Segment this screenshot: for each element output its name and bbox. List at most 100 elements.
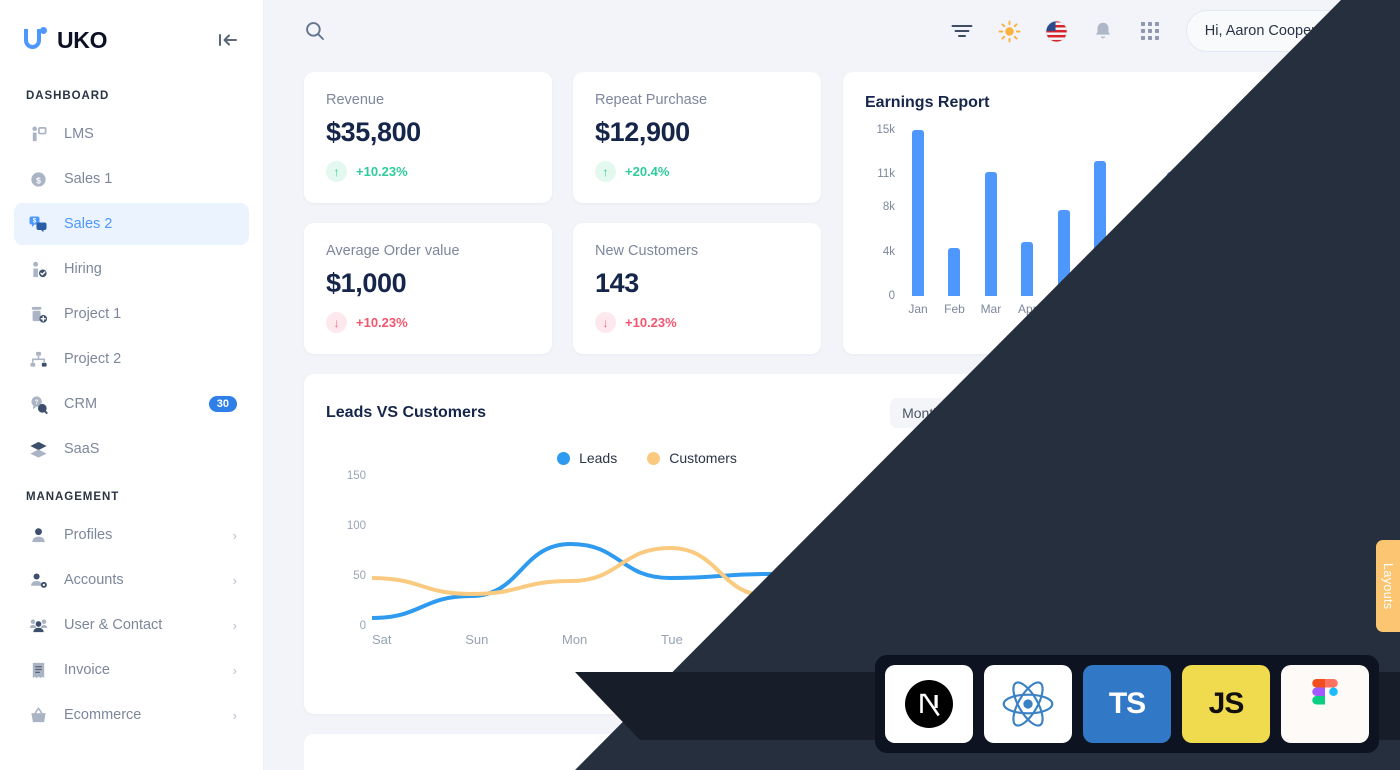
layers-icon bbox=[26, 438, 50, 460]
sun-icon[interactable] bbox=[998, 20, 1021, 43]
earnings-range-selector[interactable]: Month bbox=[1275, 95, 1336, 111]
earnings-x-tick: Nov bbox=[1271, 302, 1294, 316]
earnings-bar bbox=[984, 172, 997, 296]
chevron-right-icon: › bbox=[232, 617, 237, 633]
earnings-bar-column[interactable] bbox=[1302, 130, 1336, 296]
leads-y-axis: 0 50 100 150 bbox=[332, 470, 366, 632]
user-greeting: Hi, Aaron Cooper bbox=[1204, 23, 1316, 39]
earnings-bar-column[interactable] bbox=[937, 130, 971, 296]
earnings-x-tick: Mar bbox=[980, 302, 1002, 316]
earnings-bar-column[interactable] bbox=[1266, 130, 1300, 296]
search-icon[interactable] bbox=[304, 20, 326, 42]
leads-legend: Leads Customers bbox=[326, 450, 968, 466]
stat-delta: ↑ +20.4% bbox=[595, 161, 799, 182]
earnings-x-tick: Feb bbox=[944, 302, 965, 316]
chevron-down-icon bbox=[1324, 99, 1336, 107]
earnings-bar-column[interactable] bbox=[1010, 130, 1044, 296]
sidebar-item-project-2[interactable]: Project 2 bbox=[14, 338, 249, 380]
grid-apps-icon[interactable] bbox=[1139, 20, 1162, 43]
svg-text:?: ? bbox=[34, 399, 38, 406]
sidebar-item-label: Invoice bbox=[64, 662, 110, 678]
stat-title: Average Order value bbox=[326, 243, 460, 259]
sitemap-icon bbox=[26, 348, 50, 370]
earnings-bar bbox=[1312, 130, 1325, 296]
sidebar-item-user-contact[interactable]: User & Contact › bbox=[14, 604, 249, 646]
stat-title: Repeat Purchase bbox=[595, 92, 708, 108]
leads-x-tick: Sat bbox=[372, 632, 392, 647]
leads-x-tick: Mon bbox=[562, 632, 588, 647]
leads-legend-item[interactable]: Leads bbox=[557, 450, 617, 466]
earnings-bar-column[interactable] bbox=[1120, 130, 1154, 296]
react-logo-icon[interactable] bbox=[984, 665, 1072, 743]
earnings-x-axis: Jan Feb Mar Apr May Jun Jul Aug Sep Oct Nov Dec bbox=[901, 302, 1336, 316]
flag-us-icon[interactable] bbox=[1045, 20, 1068, 43]
stat-delta-text: +10.23% bbox=[356, 164, 408, 179]
stat-card-average-order-value: Average Order value $1,000 ↓ +10.23% bbox=[304, 223, 552, 354]
earnings-bar-column[interactable] bbox=[901, 130, 935, 296]
arrow-up-icon: ↑ bbox=[595, 161, 616, 182]
earnings-bars bbox=[901, 130, 1336, 296]
earnings-x-tick: Aug bbox=[1162, 302, 1184, 316]
leads-line-series bbox=[372, 541, 968, 620]
sales-chat-icon: $ bbox=[26, 213, 50, 235]
earnings-y-axis: 0 4k 8k 11k 15k bbox=[865, 124, 895, 302]
earnings-range-label: Month bbox=[1274, 95, 1315, 111]
earnings-bar bbox=[1276, 237, 1289, 296]
chevron-right-icon: › bbox=[232, 572, 237, 588]
sidebar-item-sales-1[interactable]: $ Sales 1 bbox=[14, 158, 249, 200]
earnings-bar bbox=[1021, 241, 1034, 296]
nextjs-logo-icon[interactable] bbox=[885, 665, 973, 743]
sidebar-item-accounts[interactable]: Accounts › bbox=[14, 559, 249, 601]
figma-logo-icon[interactable] bbox=[1281, 665, 1369, 743]
sidebar-item-invoice[interactable]: Invoice › bbox=[14, 649, 249, 691]
sidebar-item-ecommerce[interactable]: Ecommerce › bbox=[14, 694, 249, 736]
sidebar-item-crm[interactable]: ? CRM 30 bbox=[14, 383, 249, 425]
leads-legend-item[interactable]: Customers bbox=[647, 450, 737, 466]
leads-x-axis: Sat Sun Mon Tue Wed Thu Fri bbox=[372, 632, 968, 647]
earnings-bar-column[interactable] bbox=[1047, 130, 1081, 296]
earnings-bar bbox=[1240, 187, 1253, 296]
chevron-down-icon bbox=[947, 405, 958, 416]
leads-x-tick: Thu bbox=[856, 632, 880, 647]
earnings-bar-column[interactable] bbox=[974, 130, 1008, 296]
project-add-icon bbox=[26, 303, 50, 325]
stat-delta: ↑ +10.23% bbox=[326, 161, 530, 182]
leads-header: Leads VS Customers Month bbox=[326, 398, 968, 428]
bell-icon[interactable] bbox=[1092, 20, 1115, 43]
arrow-down-icon: ↓ bbox=[595, 312, 616, 333]
earnings-bar-column[interactable] bbox=[1156, 130, 1190, 296]
leads-line-chart: 0 50 100 150 Sat Sun Mon Tue Wed Thu Fri bbox=[326, 470, 968, 666]
project-status-title: Project Status bbox=[1134, 396, 1243, 413]
lms-icon bbox=[26, 123, 50, 145]
leads-range-selector[interactable]: Month bbox=[890, 398, 968, 428]
sidebar-item-saas[interactable]: SaaS bbox=[14, 428, 249, 470]
sidebar-section-dashboard-title: DASHBOARD bbox=[26, 90, 110, 102]
sidebar-item-profiles[interactable]: Profiles › bbox=[14, 514, 249, 556]
stat-card-repeat-purchase: Repeat Purchase $12,900 ↑ +20.4% bbox=[573, 72, 821, 203]
stat-title: New Customers bbox=[595, 243, 699, 259]
sidebar-item-project-1[interactable]: Project 1 bbox=[14, 293, 249, 335]
stat-cards: Revenue $35,800 ↑ +10.23% Repeat Purchas… bbox=[304, 72, 822, 354]
sidebar-item-lms[interactable]: LMS bbox=[14, 113, 249, 155]
earnings-header: Earnings Report Month bbox=[865, 94, 1336, 112]
donut-center-label: Avg Range bbox=[1150, 519, 1227, 536]
javascript-logo-icon[interactable]: JS bbox=[1182, 665, 1270, 743]
donut-segment[interactable] bbox=[1142, 607, 1255, 661]
earnings-bar-column[interactable] bbox=[1083, 130, 1117, 296]
typescript-logo-icon[interactable]: TS bbox=[1083, 665, 1171, 743]
sidebar-item-hiring[interactable]: Hiring bbox=[14, 248, 249, 290]
layouts-tab-button[interactable]: Layouts bbox=[1376, 540, 1400, 632]
earnings-bar-column[interactable] bbox=[1229, 130, 1263, 296]
earnings-bar bbox=[948, 248, 961, 296]
donut-segment[interactable] bbox=[1082, 572, 1158, 651]
earnings-x-tick: Jul bbox=[1129, 302, 1145, 316]
sidebar-collapse-icon[interactable] bbox=[215, 27, 241, 53]
row-stats-and-earnings: Revenue $35,800 ↑ +10.23% Repeat Purchas… bbox=[304, 72, 1364, 354]
user-menu-button[interactable]: Hi, Aaron Cooper bbox=[1185, 10, 1364, 52]
chevron-right-icon: › bbox=[232, 527, 237, 543]
stat-card-revenue: Revenue $35,800 ↑ +10.23% bbox=[304, 72, 552, 203]
sidebar-item-sales-2[interactable]: $ Sales 2 bbox=[14, 203, 249, 245]
sliders-icon[interactable] bbox=[951, 20, 974, 43]
sidebar-header: UKO bbox=[0, 0, 263, 80]
earnings-bar-column[interactable] bbox=[1193, 130, 1227, 296]
